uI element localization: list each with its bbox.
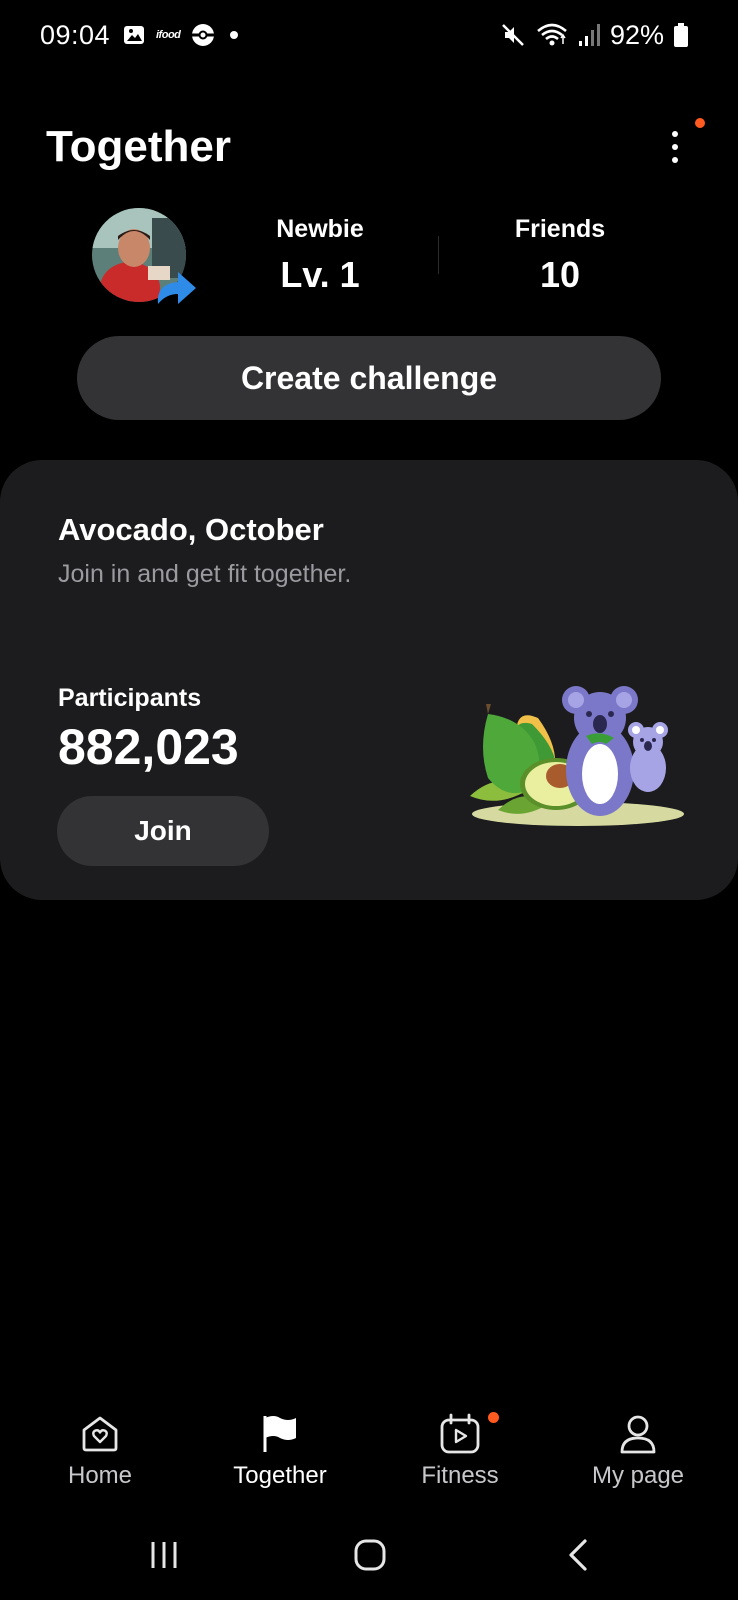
pokeball-icon — [192, 24, 215, 46]
fitness-badge — [488, 1412, 499, 1423]
nav-together[interactable]: Together — [190, 1400, 370, 1490]
level-stat[interactable]: Newbie Lv. 1 — [240, 215, 400, 296]
friends-count: 10 — [539, 254, 581, 295]
nav-my-page[interactable]: My page — [548, 1400, 728, 1490]
home-heart-icon — [82, 1416, 118, 1452]
level-value: Lv. 1 — [280, 254, 360, 295]
system-status-icons: 92% — [500, 20, 688, 50]
image-icon — [124, 26, 144, 44]
avocado-koala-illustration — [470, 686, 684, 826]
status-bar: 09:04 ifood 92% — [0, 0, 738, 72]
battery-icon — [674, 23, 688, 47]
ifood-icon: ifood — [156, 29, 181, 41]
challenge-card[interactable]: Avocado, October Join in and get fit tog… — [0, 460, 738, 900]
recents-button[interactable] — [134, 1530, 194, 1580]
wifi-icon — [537, 23, 567, 46]
challenge-subtitle: Join in and get fit together. — [58, 560, 352, 588]
level-label: Newbie — [276, 215, 364, 243]
nav-my-page-label: My page — [591, 1462, 685, 1489]
person-icon — [620, 1415, 656, 1454]
menu-badge — [695, 118, 705, 128]
screen: 09:04 ifood 92% Together Newbie Lv. 1 Fr… — [0, 0, 738, 1600]
more-dot — [672, 157, 678, 163]
back-icon — [569, 1539, 587, 1571]
dot-icon — [230, 31, 239, 39]
bottom-nav: Home Together Fitness My page — [0, 1400, 738, 1500]
challenge-title: Avocado, October — [58, 512, 324, 547]
status-time: 09:04 — [40, 20, 111, 50]
nav-together-label: Together — [233, 1462, 327, 1489]
share-arrow-icon[interactable] — [150, 262, 200, 312]
home-icon — [354, 1539, 386, 1571]
home-button[interactable] — [340, 1530, 400, 1580]
nav-home[interactable]: Home — [10, 1400, 190, 1490]
notification-icons: ifood — [122, 20, 239, 50]
participants-count: 882,023 — [58, 719, 239, 775]
nav-fitness-label: Fitness — [421, 1462, 499, 1489]
stat-divider — [438, 236, 439, 274]
fitness-calendar-icon — [440, 1413, 480, 1454]
signal-icon — [578, 24, 600, 46]
battery-percent: 92% — [609, 19, 664, 50]
join-button[interactable]: Join — [57, 796, 269, 866]
nav-home-label: Home — [67, 1462, 133, 1489]
mute-icon — [502, 24, 524, 46]
more-dot — [672, 144, 678, 150]
nav-fitness[interactable]: Fitness — [370, 1400, 550, 1490]
more-dot — [672, 131, 678, 137]
participants-label: Participants — [58, 684, 202, 712]
system-nav-bar — [0, 1520, 738, 1590]
friends-stat[interactable]: Friends 10 — [480, 215, 640, 296]
friends-label: Friends — [514, 215, 606, 243]
more-options-button[interactable] — [650, 122, 700, 172]
page-title: Together — [46, 122, 231, 171]
create-challenge-button[interactable]: Create challenge — [77, 336, 661, 420]
recents-icon — [151, 1542, 177, 1568]
back-button[interactable] — [548, 1530, 608, 1580]
flag-icon — [263, 1416, 296, 1452]
